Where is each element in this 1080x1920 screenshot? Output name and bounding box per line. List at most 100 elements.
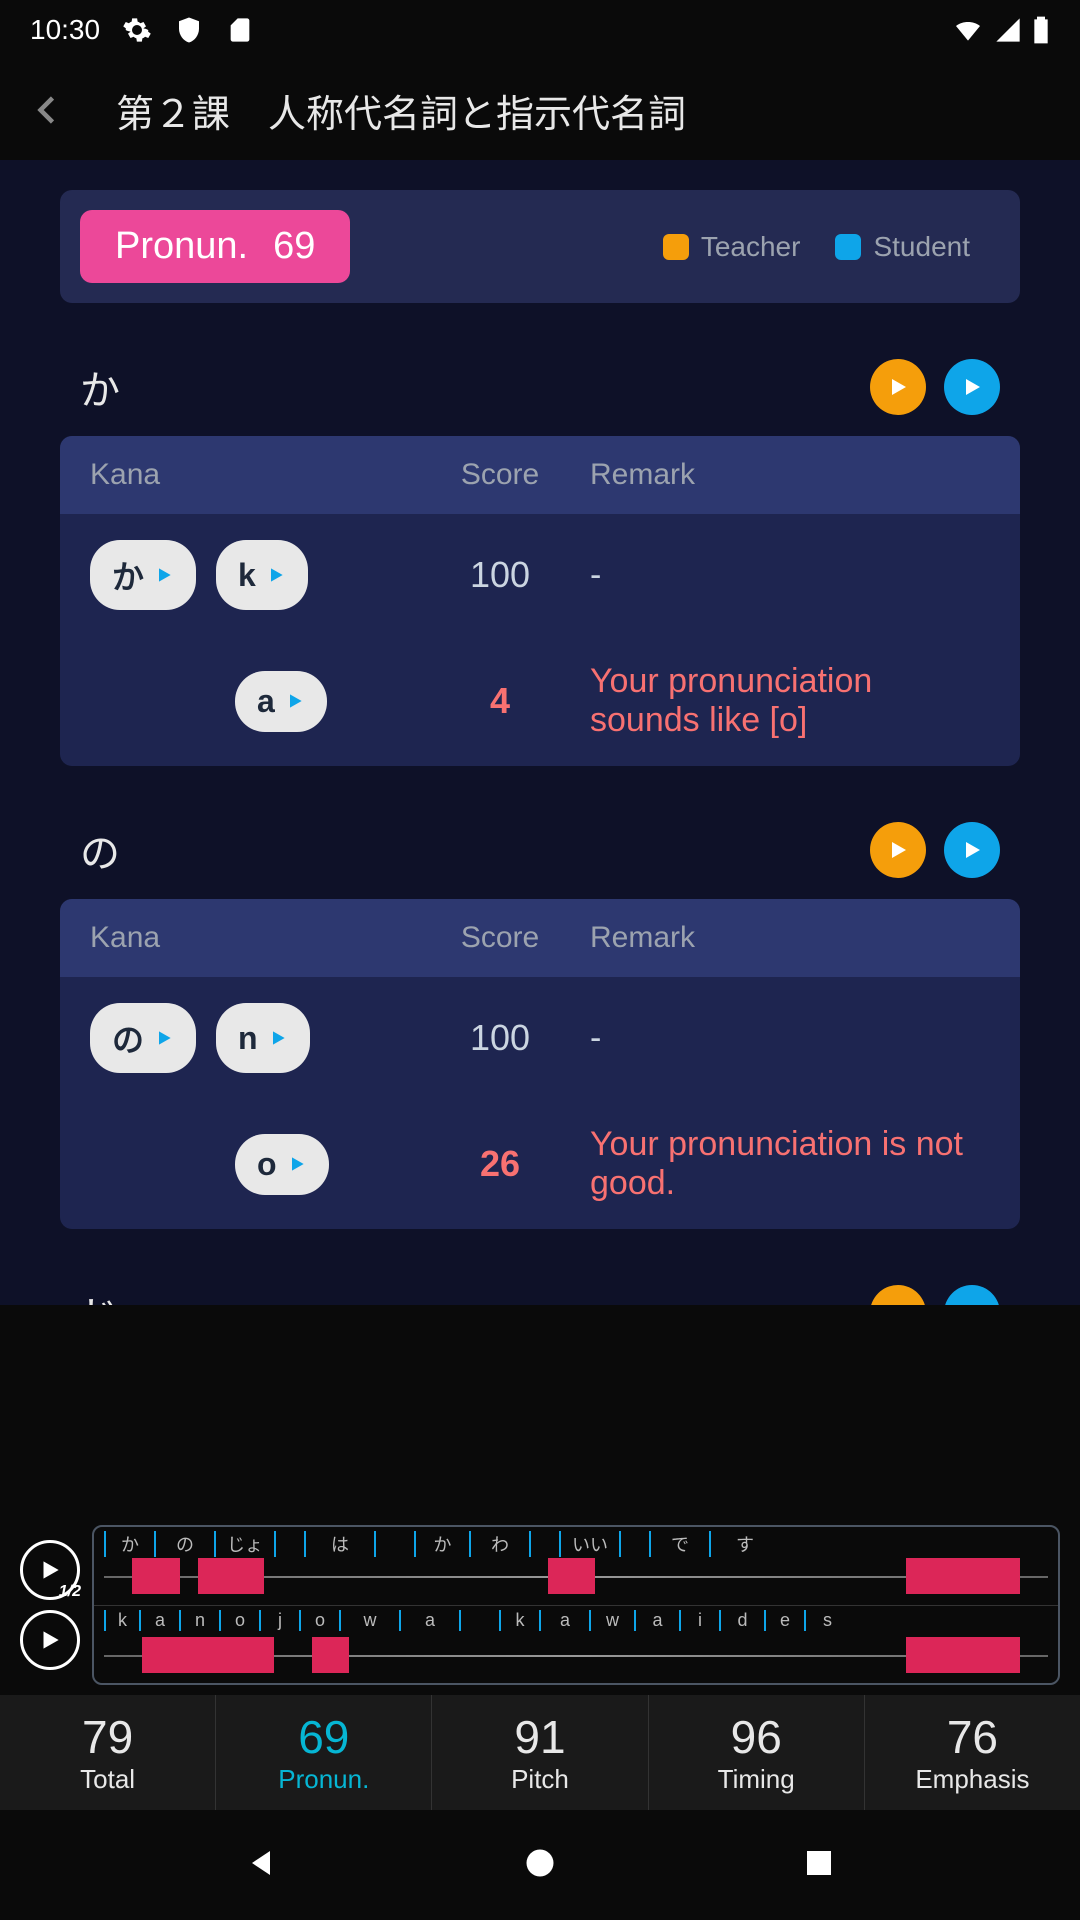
content-area: Pronun. 69 Teacher Student か Kana xyxy=(0,160,1080,1305)
kana-char: の xyxy=(80,821,120,879)
kana-section-header: の xyxy=(60,821,1020,899)
waveform-segment: s xyxy=(804,1610,849,1631)
legend: Teacher Student xyxy=(663,231,970,263)
legend-teacher: Teacher xyxy=(663,231,801,263)
score-header-card: Pronun. 69 Teacher Student xyxy=(60,190,1020,303)
legend-student-label: Student xyxy=(873,231,970,263)
th-kana: Kana xyxy=(90,921,410,955)
phone-pill[interactable]: o xyxy=(235,1134,329,1195)
play-teacher-button[interactable] xyxy=(870,359,926,415)
page-title: 第２課 人称代名詞と指示代名詞 xyxy=(116,83,686,138)
legend-teacher-label: Teacher xyxy=(701,231,801,263)
student-swatch xyxy=(835,234,861,260)
th-kana: Kana xyxy=(90,458,410,492)
page-header: 第２課 人称代名詞と指示代名詞 xyxy=(0,60,1080,160)
score-badge-label: Pronun. xyxy=(115,225,248,268)
waveform-segment: i xyxy=(679,1610,719,1631)
kana-char: じょ xyxy=(80,1284,160,1305)
kana-section: じょ xyxy=(60,1284,1020,1305)
kana-table: Kana Score Remark の n 100 - o 26 Your pr… xyxy=(60,899,1020,1229)
score-cell: 26 xyxy=(410,1143,590,1185)
table-head: Kana Score Remark xyxy=(60,899,1020,977)
waveform-segment: a xyxy=(139,1610,179,1631)
gear-icon xyxy=(122,15,152,45)
sd-card-icon xyxy=(226,16,254,44)
play-student-button[interactable] xyxy=(944,1285,1000,1305)
bottom-scores: 79 Total 69 Pronun. 91 Pitch 96 Timing 7… xyxy=(0,1695,1080,1810)
kana-table: Kana Score Remark か k 100 - a 4 Your pro… xyxy=(60,436,1020,766)
play-student-button[interactable] xyxy=(944,822,1000,878)
pronunciation-score-badge: Pronun. 69 xyxy=(80,210,350,283)
table-row: o 26 Your pronunciation is not good. xyxy=(60,1099,1020,1229)
score-emphasis[interactable]: 76 Emphasis xyxy=(865,1695,1080,1810)
waveform-segment: か xyxy=(414,1531,469,1557)
kana-section: か Kana Score Remark か k 100 - xyxy=(60,358,1020,766)
waveform-segment: o xyxy=(299,1610,339,1631)
waveform-segment xyxy=(274,1531,304,1557)
waveform-segment: k xyxy=(499,1610,539,1631)
play-teacher-button[interactable] xyxy=(870,822,926,878)
waveform-segment: a xyxy=(539,1610,589,1631)
waveform-segment: a xyxy=(399,1610,459,1631)
phone-pill[interactable]: a xyxy=(235,671,327,732)
waveform-segment: n xyxy=(179,1610,219,1631)
shield-icon xyxy=(174,15,204,45)
waveform-segment xyxy=(374,1531,414,1557)
kana-pill[interactable]: か xyxy=(90,540,196,610)
kana-char: か xyxy=(80,358,120,416)
waveform-segment: d xyxy=(719,1610,764,1631)
remark-cell: - xyxy=(590,556,990,595)
nav-back-button[interactable] xyxy=(243,1845,279,1886)
waveform-segment xyxy=(529,1531,559,1557)
waveform-segment: w xyxy=(339,1610,399,1631)
th-score: Score xyxy=(410,921,590,955)
waveform-segment: j xyxy=(259,1610,299,1631)
score-badge-value: 69 xyxy=(273,225,315,268)
play-student-button[interactable] xyxy=(944,359,1000,415)
nav-recent-button[interactable] xyxy=(801,1845,837,1886)
table-head: Kana Score Remark xyxy=(60,436,1020,514)
wifi-icon xyxy=(952,14,984,46)
nav-home-button[interactable] xyxy=(522,1845,558,1886)
waveform-segment xyxy=(619,1531,649,1557)
kana-section-header: じょ xyxy=(60,1284,1020,1305)
waveform-segment: e xyxy=(764,1610,804,1631)
waveform-display[interactable]: かのじょはかわいいです kanojowakawaides xyxy=(92,1525,1060,1685)
remark-cell: Your pronunciation sounds like [o] xyxy=(590,662,990,740)
half-speed-label: 1/2 xyxy=(59,1583,81,1601)
phone-pill[interactable]: k xyxy=(216,540,308,610)
waveform-segment: の xyxy=(154,1531,214,1557)
waveform-panel: 1/2 かのじょはかわいいです kanojowakawaides xyxy=(0,1515,1080,1695)
kana-section: の Kana Score Remark の n 100 - xyxy=(60,821,1020,1229)
waveform-segment: は xyxy=(304,1531,374,1557)
waveform-segment: わ xyxy=(469,1531,529,1557)
waveform-segment: か xyxy=(104,1531,154,1557)
table-row: a 4 Your pronunciation sounds like [o] xyxy=(60,636,1020,766)
score-cell: 4 xyxy=(410,680,590,722)
phone-pill[interactable]: n xyxy=(216,1003,310,1073)
back-icon[interactable] xyxy=(30,92,66,128)
score-cell: 100 xyxy=(410,554,590,596)
kana-section-header: か xyxy=(60,358,1020,436)
score-pronun[interactable]: 69 Pronun. xyxy=(216,1695,432,1810)
waveform-segment xyxy=(459,1610,499,1631)
waveform-segment: じょ xyxy=(214,1531,274,1557)
score-timing[interactable]: 96 Timing xyxy=(649,1695,865,1810)
waveform-segment: o xyxy=(219,1610,259,1631)
play-waveform-button[interactable] xyxy=(20,1610,80,1670)
battery-icon xyxy=(1032,14,1050,46)
android-nav-bar xyxy=(0,1810,1080,1920)
score-total[interactable]: 79 Total xyxy=(0,1695,216,1810)
play-teacher-button[interactable] xyxy=(870,1285,926,1305)
waveform-segment: k xyxy=(104,1610,139,1631)
th-remark: Remark xyxy=(590,458,990,492)
remark-cell: - xyxy=(590,1019,990,1058)
table-row: の n 100 - xyxy=(60,977,1020,1099)
legend-student: Student xyxy=(835,231,970,263)
kana-pill[interactable]: の xyxy=(90,1003,196,1073)
play-half-speed-button[interactable]: 1/2 xyxy=(20,1540,80,1600)
score-pitch[interactable]: 91 Pitch xyxy=(432,1695,648,1810)
waveform-segment: す xyxy=(709,1531,779,1557)
waveform-student-row: kanojowakawaides xyxy=(94,1606,1058,1684)
waveform-segment: で xyxy=(649,1531,709,1557)
